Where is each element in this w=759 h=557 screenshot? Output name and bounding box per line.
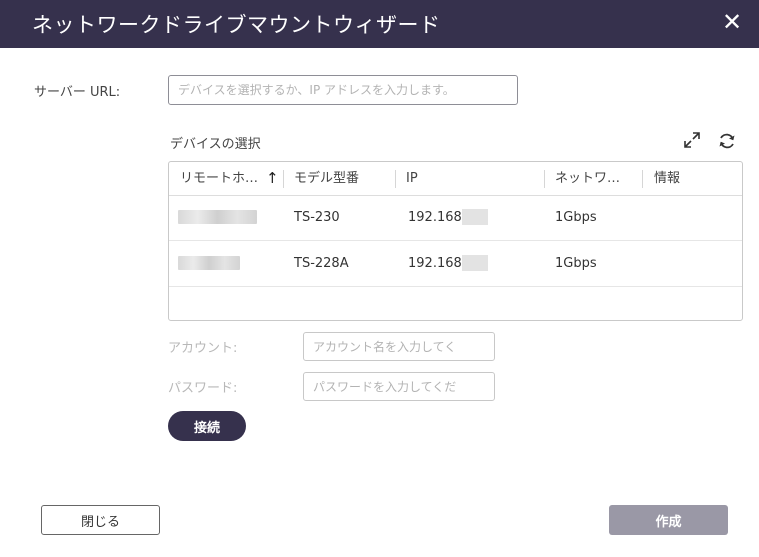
password-label: パスワード: [168,381,238,396]
account-input[interactable] [303,332,495,361]
device-select-title: デバイスの選択 [170,137,261,152]
hostname-redacted [178,210,257,224]
ip-cell: 192.168. [408,210,466,225]
column-remote-host[interactable]: リモートホ… [180,162,266,195]
column-info[interactable]: 情報 [654,162,734,195]
server-url-label: サーバー URL: [34,85,121,100]
ip-redacted [462,209,488,225]
network-cell: 1Gbps [555,210,597,225]
ip-redacted [462,255,488,271]
connect-button[interactable]: 接続 [168,411,246,441]
column-separator [395,170,396,188]
refresh-icon[interactable] [717,131,737,151]
close-button[interactable]: 閉じる [41,505,160,535]
column-separator [283,170,284,188]
expand-icon[interactable] [682,130,702,150]
network-cell: 1Gbps [555,256,597,271]
account-label: アカウント: [168,341,238,356]
create-button[interactable]: 作成 [609,505,728,535]
ip-cell: 192.168. [408,256,466,271]
column-separator [642,170,643,188]
server-url-input[interactable] [168,75,518,105]
hostname-redacted [178,256,240,270]
close-icon[interactable]: ✕ [721,9,743,35]
table-row[interactable]: TS-228A 192.168. 1Gbps [169,241,742,287]
table-header: リモートホ… ↑ モデル型番 IP ネットワ… 情報 [169,162,742,196]
dialog-title: ネットワークドライブマウントウィザード [32,13,441,37]
sort-ascending-icon[interactable]: ↑ [266,162,280,195]
device-table: リモートホ… ↑ モデル型番 IP ネットワ… 情報 TS-230 192.16… [168,161,743,321]
column-model[interactable]: モデル型番 [294,162,394,195]
column-separator [544,170,545,188]
table-row[interactable]: TS-230 192.168. 1Gbps [169,195,742,241]
column-network[interactable]: ネットワ… [555,162,635,195]
column-ip[interactable]: IP [406,162,536,195]
password-input[interactable] [303,372,495,401]
dialog-title-bar: ネットワークドライブマウントウィザード ✕ [0,0,759,48]
model-cell: TS-228A [294,256,349,271]
model-cell: TS-230 [294,210,340,225]
